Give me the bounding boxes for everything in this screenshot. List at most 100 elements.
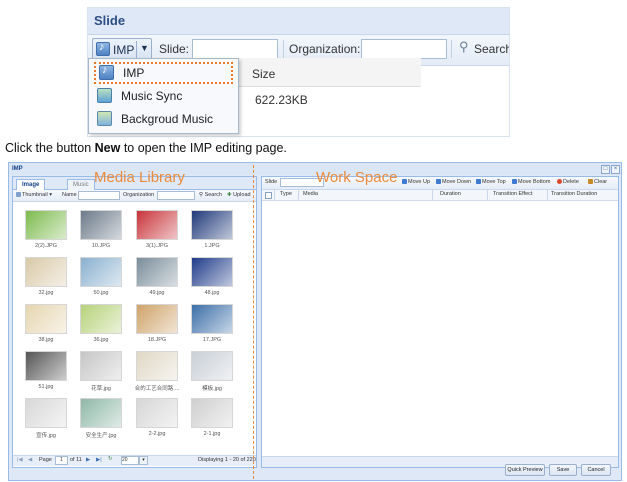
refresh-icon[interactable]: ↻ bbox=[108, 456, 113, 462]
thumbnail-image[interactable] bbox=[136, 257, 178, 287]
thumbnail-item[interactable]: 18.JPG bbox=[136, 304, 178, 348]
column-transition-effect[interactable]: Transition Effect bbox=[493, 191, 532, 197]
column-transition-duration[interactable]: Transition Duration bbox=[551, 191, 597, 197]
slide-label: Slide: bbox=[159, 42, 190, 56]
thumbnail-item[interactable]: 2-1.jpg bbox=[191, 398, 233, 442]
menu-item-imp[interactable]: IMP bbox=[94, 62, 233, 84]
slide-input[interactable] bbox=[192, 39, 278, 59]
clear-button[interactable]: Clear bbox=[588, 179, 607, 185]
name-input[interactable] bbox=[78, 191, 120, 200]
thumbnail-image[interactable] bbox=[25, 257, 67, 287]
thumbnail-image[interactable] bbox=[80, 304, 122, 334]
thumbnail-item[interactable]: 安全生产.jpg bbox=[80, 398, 122, 442]
thumbnail-item[interactable]: 50.jpg bbox=[80, 257, 122, 301]
bottom-arrow-icon bbox=[512, 179, 517, 184]
split-separator bbox=[136, 41, 137, 58]
close-icon[interactable]: × bbox=[611, 165, 620, 174]
per-page-select[interactable]: 20 bbox=[121, 456, 139, 465]
menu-item-music-sync[interactable]: Music Sync bbox=[92, 85, 233, 107]
cancel-button[interactable]: Cancel bbox=[581, 464, 611, 476]
thumbnail-image[interactable] bbox=[191, 210, 233, 240]
tab-music[interactable]: Music bbox=[67, 179, 95, 190]
thumbnail-item[interactable]: 49.jpg bbox=[136, 257, 178, 301]
column-duration[interactable]: Duration bbox=[440, 191, 461, 197]
thumbnail-image[interactable] bbox=[191, 351, 233, 381]
thumbnail-image[interactable] bbox=[25, 398, 67, 428]
organization-input[interactable] bbox=[361, 39, 447, 59]
thumbnail-caption: 1.JPG bbox=[204, 243, 220, 249]
column-type[interactable]: Type bbox=[280, 191, 292, 197]
size-column-header[interactable]: Size bbox=[252, 67, 275, 81]
column-divider bbox=[298, 190, 299, 200]
thumbnail-item[interactable]: 宣传.jpg bbox=[25, 398, 67, 442]
view-selector[interactable]: Thumbnail ▾ bbox=[16, 192, 52, 198]
thumbnail-item[interactable]: 48.jpg bbox=[191, 257, 233, 301]
upload-label: Upload bbox=[233, 192, 251, 198]
thumbnail-item[interactable]: 17.JPG bbox=[191, 304, 233, 348]
work-space-label: Work Space bbox=[316, 169, 398, 186]
thumbnail-item[interactable]: 3(1).JPG bbox=[136, 210, 178, 254]
thumbnail-image[interactable] bbox=[136, 210, 178, 240]
thumbnail-item[interactable]: 2-2.jpg bbox=[136, 398, 178, 442]
thumbnail-image[interactable] bbox=[80, 351, 122, 381]
column-divider bbox=[274, 190, 275, 200]
thumbnail-image[interactable] bbox=[191, 304, 233, 334]
thumbnail-image[interactable] bbox=[191, 257, 233, 287]
thumbnail-image[interactable] bbox=[136, 304, 178, 334]
page-input[interactable]: 1 bbox=[55, 456, 68, 465]
column-media[interactable]: Media bbox=[303, 191, 318, 197]
thumbnail-image[interactable] bbox=[136, 398, 178, 428]
prev-page-icon[interactable]: ◀ bbox=[28, 457, 32, 463]
thumbnail-image[interactable] bbox=[25, 304, 67, 334]
upload-button[interactable]: ✚ Upload bbox=[227, 192, 251, 198]
thumbnail-item[interactable]: 合的工艺合同路.... bbox=[135, 351, 179, 395]
select-all-checkbox[interactable] bbox=[265, 192, 272, 199]
maximize-icon[interactable]: □ bbox=[601, 165, 610, 174]
search-icon: ⚲ bbox=[459, 40, 469, 54]
toolbar-separator bbox=[283, 40, 284, 58]
menu-item-background-music[interactable]: Backgroud Music bbox=[92, 108, 233, 130]
thumbnail-item[interactable]: 模板.jpg bbox=[191, 351, 233, 395]
search-button[interactable]: ⚲ Search bbox=[457, 40, 509, 58]
move-up-button[interactable]: Move Up bbox=[402, 179, 430, 185]
thumbnail-image[interactable] bbox=[80, 257, 122, 287]
delete-button[interactable]: Delete bbox=[557, 179, 579, 185]
thumbnail-image[interactable] bbox=[80, 398, 122, 428]
thumbnail-image[interactable] bbox=[25, 351, 67, 381]
move-down-button[interactable]: Move Down bbox=[436, 179, 471, 185]
search-button[interactable]: ⚲ Search bbox=[199, 192, 222, 198]
thumbnail-image[interactable] bbox=[136, 351, 178, 381]
music-sync-icon bbox=[97, 88, 112, 103]
thumbnail-image[interactable] bbox=[191, 398, 233, 428]
size-cell: 622.23KB bbox=[255, 93, 308, 107]
last-page-icon[interactable]: ▶| bbox=[96, 457, 102, 463]
pane-divider-dashed bbox=[253, 165, 254, 479]
next-page-icon[interactable]: ▶ bbox=[86, 457, 90, 463]
dropdown-arrow-icon[interactable]: ▼ bbox=[140, 43, 149, 53]
thumbnail-item[interactable]: 花草.jpg bbox=[80, 351, 122, 395]
search-label: Search bbox=[204, 192, 222, 198]
quick-preview-button[interactable]: Quick Preview bbox=[505, 464, 545, 476]
top-arrow-icon bbox=[476, 179, 481, 184]
menu-item-label: IMP bbox=[123, 66, 145, 80]
thumbnail-item[interactable]: 1.JPG bbox=[191, 210, 233, 254]
column-divider bbox=[432, 190, 433, 200]
thumbnail-item[interactable]: 51.jpg bbox=[25, 351, 67, 395]
first-page-icon[interactable]: |◀ bbox=[17, 457, 23, 463]
displaying-status: Displaying 1 - 20 of 220 bbox=[198, 457, 256, 463]
move-bottom-button[interactable]: Move Bottom bbox=[512, 179, 550, 185]
move-top-button[interactable]: Move Top bbox=[476, 179, 506, 185]
thumbnail-image[interactable] bbox=[25, 210, 67, 240]
thumbnail-caption: 49.jpg bbox=[149, 290, 165, 296]
thumbnail-item[interactable]: 38.jpg bbox=[25, 304, 67, 348]
thumbnail-image[interactable] bbox=[80, 210, 122, 240]
save-button[interactable]: Save bbox=[549, 464, 577, 476]
thumbnail-item[interactable]: 32.jpg bbox=[25, 257, 67, 301]
thumbnail-item[interactable]: 10.JPG bbox=[80, 210, 122, 254]
thumbnail-item[interactable]: 36.jpg bbox=[80, 304, 122, 348]
thumbnail-caption: 50.jpg bbox=[93, 290, 109, 296]
thumbnail-caption: 10.JPG bbox=[91, 243, 111, 249]
thumbnail-item[interactable]: 2(2).JPG bbox=[25, 210, 67, 254]
chevron-down-icon[interactable]: ▾ bbox=[139, 456, 148, 465]
organization-input[interactable] bbox=[157, 191, 195, 200]
